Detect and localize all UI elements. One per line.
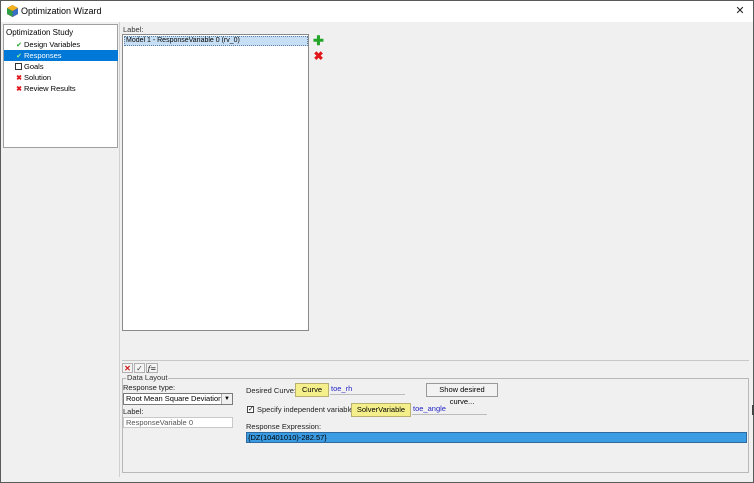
title-bar: Optimization Wizard ✕ — [1, 1, 753, 22]
desired-curve-label: Desired Curve: — [246, 386, 297, 395]
label-field-label: Label: — [123, 407, 144, 416]
section-divider — [122, 360, 749, 361]
tree-root-optimization-study[interactable]: Optimization Study — [6, 28, 73, 37]
tree-item-responses[interactable]: ✔ Responses — [4, 50, 118, 61]
curve-entity-field[interactable]: toe_rh — [330, 384, 405, 395]
response-type-value: Root Mean Square Deviation — [126, 394, 223, 403]
specify-independent-label: Specify independent variable — [257, 405, 354, 414]
function-editor-icon[interactable]: f= — [146, 363, 158, 373]
chevron-down-icon[interactable]: ▼ — [221, 394, 232, 404]
optimization-wizard-window: Optimization Wizard ✕ Optimization Study… — [0, 0, 754, 483]
window-title: Optimization Wizard — [21, 6, 102, 16]
specify-independent-checkbox[interactable]: ✓ — [247, 406, 254, 413]
tree-item-label: Design Variables — [24, 40, 81, 49]
checkmark-icon: ✓ — [248, 406, 254, 413]
wizard-step-tree: Optimization Study ✔ Design Variables ✔ Re… — [3, 24, 118, 148]
list-item[interactable]: Model 1 - ResponseVariable 0 (rv_0) — [124, 36, 308, 46]
tree-item-label: Goals — [24, 62, 44, 71]
checkbox-empty-icon — [15, 63, 22, 70]
delete-response-button[interactable]: ✖ — [312, 50, 325, 63]
tree-item-label: Review Results — [24, 84, 76, 93]
app-logo-icon — [7, 5, 18, 17]
solver-variable-entity-field[interactable]: toe_angle — [412, 404, 487, 415]
tree-item-review-results[interactable]: ✖ Review Results — [15, 83, 118, 94]
label-input[interactable]: ResponseVariable 0 — [123, 417, 233, 428]
response-type-select[interactable]: Root Mean Square Deviation ▼ — [123, 393, 233, 405]
apply-check-icon[interactable]: ✓ — [134, 363, 145, 373]
x-icon: ✖ — [16, 86, 22, 93]
close-button[interactable]: ✕ — [731, 3, 749, 19]
curve-button[interactable]: Curve — [295, 383, 329, 397]
responses-label-caption: Label: — [123, 25, 144, 34]
response-type-label: Response type: — [123, 383, 176, 392]
response-expression-label: Response Expression: — [246, 422, 322, 431]
response-expression-input[interactable]: {DZ(10401010)-282.57} — [246, 432, 747, 443]
solver-variable-button[interactable]: SolverVariable — [351, 403, 411, 417]
data-layout-caption: Data Layout — [126, 373, 169, 382]
tree-item-design-variables[interactable]: ✔ Design Variables — [15, 39, 118, 50]
delete-icon[interactable]: ✕ — [122, 363, 133, 373]
tree-item-label: Responses — [24, 51, 62, 60]
tree-item-solution[interactable]: ✖ Solution — [15, 72, 118, 83]
tree-item-label: Solution — [24, 73, 52, 82]
tree-item-goals[interactable]: Goals — [15, 61, 118, 72]
add-response-button[interactable]: ✚ — [312, 34, 325, 47]
responses-list[interactable]: Model 1 - ResponseVariable 0 (rv_0) — [122, 34, 309, 331]
show-desired-curve-button[interactable]: Show desired curve... — [426, 383, 498, 406]
